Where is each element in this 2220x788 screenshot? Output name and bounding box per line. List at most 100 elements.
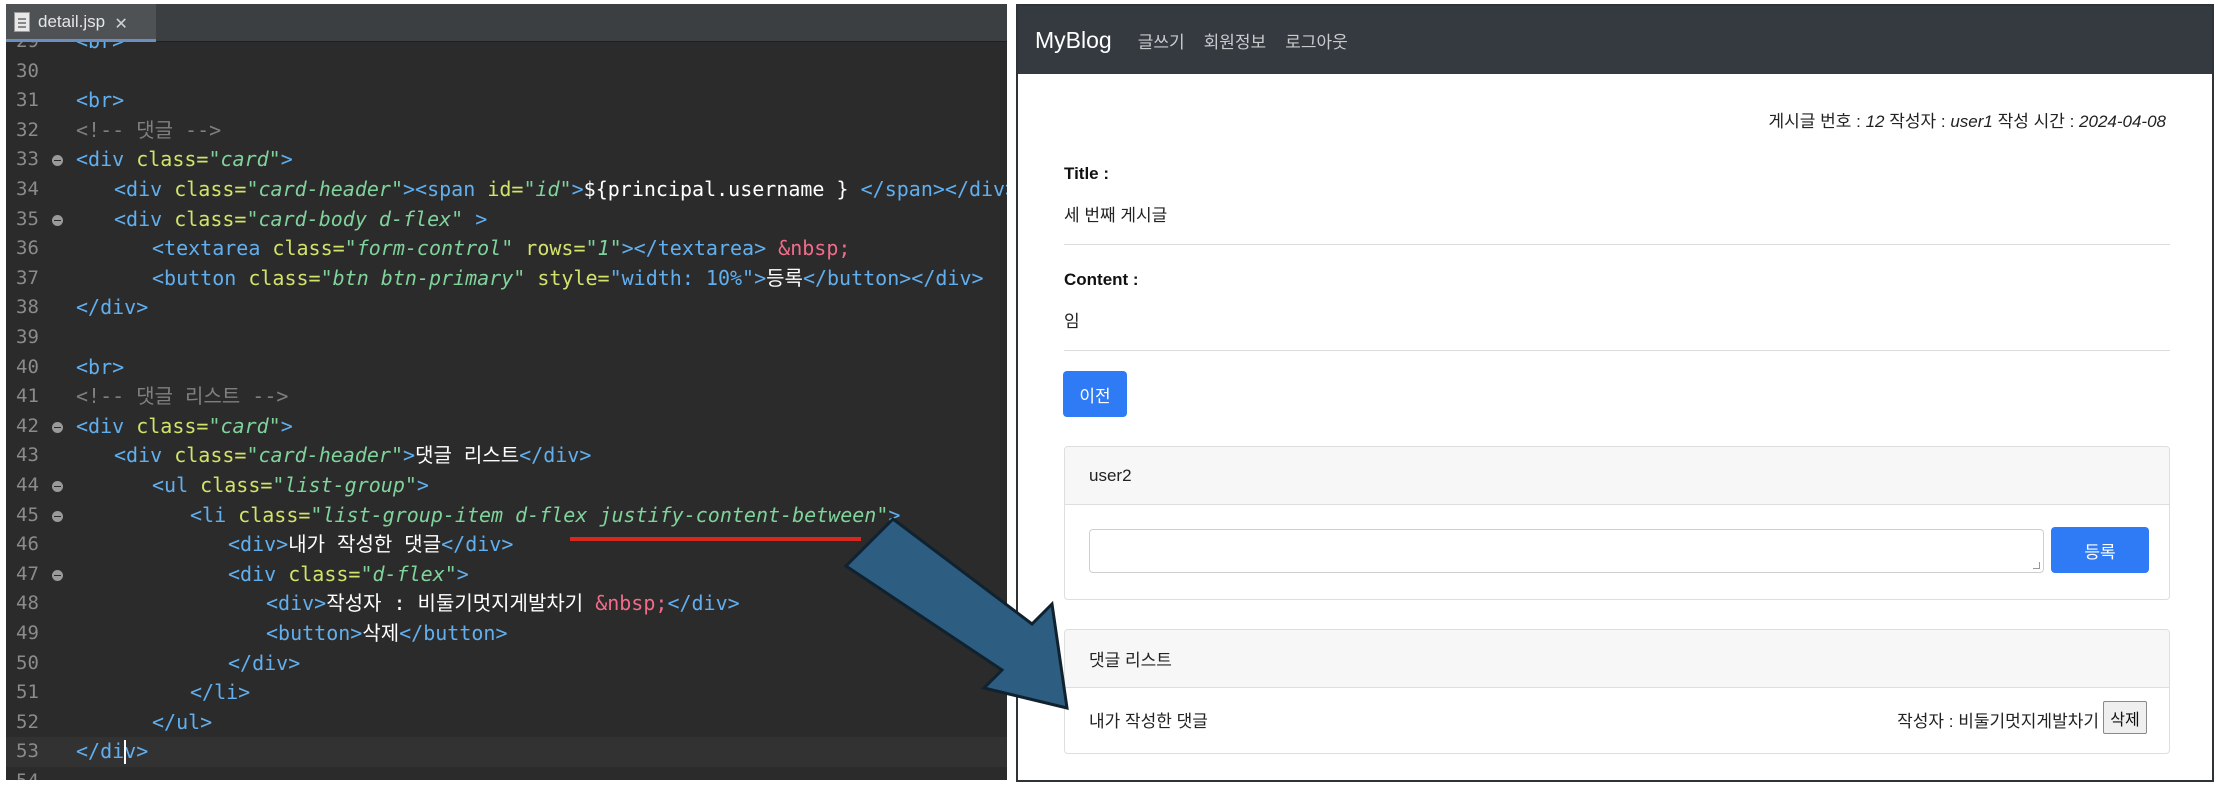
code-token: <button> xyxy=(266,621,363,645)
code-token: class= xyxy=(248,265,321,290)
code-line[interactable]: 39 xyxy=(6,323,1007,353)
code-line[interactable]: 50 </div> xyxy=(6,649,1007,679)
back-button[interactable]: 이전 xyxy=(1063,371,1127,417)
code-line[interactable]: 42 <div class="card"> xyxy=(6,412,1007,442)
comment-textarea[interactable] xyxy=(1089,529,2044,573)
code-token: class= xyxy=(174,443,247,468)
code-line[interactable]: 38 </div> xyxy=(6,293,1007,323)
code-token: "list-group" xyxy=(272,473,417,497)
code-token: class= xyxy=(288,561,361,586)
nav-link-profile[interactable]: 회원정보 xyxy=(1204,28,1267,53)
fold-toggle-icon[interactable] xyxy=(52,481,63,492)
code-line[interactable]: 36 <textarea class="form-control" rows="1… xyxy=(6,234,1007,264)
code-text: <!-- 댓글 --> xyxy=(76,116,221,146)
code-token: "card-header" xyxy=(246,443,404,468)
code-line[interactable]: 48 <div>작성자 : 비둘기멋지게발차기 &nbsp;</div> xyxy=(6,589,1007,619)
code-text: <div class="card-header"><span id="id">$… xyxy=(114,175,1007,205)
code-line[interactable]: 53 </div> xyxy=(6,737,1007,767)
content-value: 임 xyxy=(1064,312,1080,331)
code-line[interactable]: 41 <!-- 댓글 리스트 --> xyxy=(6,382,1007,412)
delete-button[interactable]: 삭제 xyxy=(2103,701,2147,734)
editor-tab[interactable]: detail.jsp ✕ xyxy=(6,4,156,42)
line-number: 31 xyxy=(16,89,39,112)
code-token: > xyxy=(754,265,767,290)
code-token: > xyxy=(456,561,469,586)
line-number: 50 xyxy=(16,651,39,674)
code-token: <br> xyxy=(76,354,125,379)
fold-toggle-icon[interactable] xyxy=(52,421,63,433)
fold-toggle-icon[interactable] xyxy=(52,155,63,167)
code-token: </li> xyxy=(190,680,251,705)
code-text: </div> xyxy=(76,293,148,323)
code-text: <textarea class="form-control" rows="1">… xyxy=(152,234,850,264)
line-number: 30 xyxy=(16,59,39,82)
code-line[interactable]: 32 <!-- 댓글 --> xyxy=(6,116,1007,146)
navbar: MyBlog 글쓰기 회원정보 로그아웃 xyxy=(1018,6,2212,74)
fold-toggle-icon[interactable] xyxy=(52,214,63,226)
close-icon[interactable]: ✕ xyxy=(115,12,127,32)
fold-toggle-icon[interactable] xyxy=(52,510,63,522)
code-token: <div xyxy=(114,177,175,201)
code-token: </div> xyxy=(76,739,149,764)
code-token: "1" xyxy=(585,236,622,261)
line-number: 52 xyxy=(16,710,39,733)
code-line[interactable]: 47 <div class="d-flex"> xyxy=(6,560,1007,590)
code-token: </button></div> xyxy=(802,265,984,290)
line-number: 53 xyxy=(16,740,39,763)
code-line[interactable]: 51 </li> xyxy=(6,678,1007,708)
code-token: "card" xyxy=(208,413,281,438)
code-token: > xyxy=(416,473,429,497)
code-token: <div> xyxy=(228,532,289,557)
code-line[interactable]: 40 <br> xyxy=(6,353,1007,383)
code-token: <ul xyxy=(152,473,201,497)
code-text: </ul> xyxy=(152,708,212,738)
code-line[interactable]: 45 <li class="list-group-item d-flex just… xyxy=(6,501,1007,531)
code-area[interactable]: 29 <br> 30 31 <br> 32 <!-- 댓글 --> 33<div class=… xyxy=(6,42,1007,780)
comment-submit-button[interactable]: 등록 xyxy=(2051,527,2149,573)
code-text: <br> xyxy=(76,42,124,57)
code-token: > xyxy=(280,147,293,172)
code-token: "card-header" xyxy=(246,177,404,201)
code-token: 내가 작성한 댓글 xyxy=(288,532,442,557)
code-line[interactable]: 49 <button>삭제</button> xyxy=(6,619,1007,649)
line-number: 48 xyxy=(16,592,39,615)
code-token: &nbsp; xyxy=(595,591,668,616)
code-text: <button>삭제</button> xyxy=(266,619,508,649)
code-line[interactable]: 46 <div>내가 작성한 댓글</div> xyxy=(6,530,1007,560)
code-token: <br> xyxy=(76,88,125,113)
code-token: &nbsp; xyxy=(778,236,851,261)
code-line[interactable]: 44 <ul class="list-group"> xyxy=(6,471,1007,501)
code-token: > xyxy=(403,443,416,468)
post-author-label: 작성자 : xyxy=(1884,112,1951,131)
code-editor[interactable]: detail.jsp ✕ 29 <br> 30 31 <br> 32 <!-- 댓글 -->… xyxy=(6,4,1007,780)
nav-link-logout[interactable]: 로그아웃 xyxy=(1285,28,1348,53)
code-token: class= xyxy=(136,147,209,172)
code-token: </ul> xyxy=(152,709,213,734)
code-line[interactable]: 43 <div class="card-header">댓글 리스트</div> xyxy=(6,441,1007,471)
code-line[interactable]: 35 <div class="card-body d-flex" > xyxy=(6,205,1007,235)
code-line[interactable]: 54 xyxy=(6,767,1007,780)
code-token: <textarea xyxy=(152,236,273,261)
code-line[interactable]: 37 <button class="btn btn-primary" style=… xyxy=(6,264,1007,294)
nav-link-write[interactable]: 글쓰기 xyxy=(1138,28,1185,53)
fold-toggle-icon[interactable] xyxy=(52,569,63,581)
line-number: 39 xyxy=(16,326,39,348)
code-token: "card-body d-flex" xyxy=(246,206,464,231)
code-token: 등록 xyxy=(766,265,803,290)
code-token: "form-control" xyxy=(344,236,514,261)
code-text: <div class="card-body d-flex" > xyxy=(114,205,487,235)
line-number: 51 xyxy=(16,681,39,704)
code-line[interactable]: 33 <div class="card"> xyxy=(6,145,1007,175)
code-token: "width: 10%" xyxy=(609,265,755,290)
code-line[interactable]: 52 </ul> xyxy=(6,708,1007,738)
code-line[interactable]: 29 <br> xyxy=(6,42,1007,57)
code-line[interactable]: 30 xyxy=(6,57,1007,87)
brand-link[interactable]: MyBlog xyxy=(1035,27,1112,54)
list-item: 내가 작성한 댓글 작성자 : 비둘기멋지게발차기 삭제 xyxy=(1065,689,2169,747)
code-token: <br> xyxy=(76,42,124,53)
comment-author: 작성자 : 비둘기멋지게발차기 xyxy=(1897,712,2099,731)
code-line[interactable]: 31 <br> xyxy=(6,86,1007,116)
line-number: 40 xyxy=(16,355,39,378)
line-number: 32 xyxy=(16,118,39,141)
code-line[interactable]: 34 <div class="card-header"><span id="id"… xyxy=(6,175,1007,205)
